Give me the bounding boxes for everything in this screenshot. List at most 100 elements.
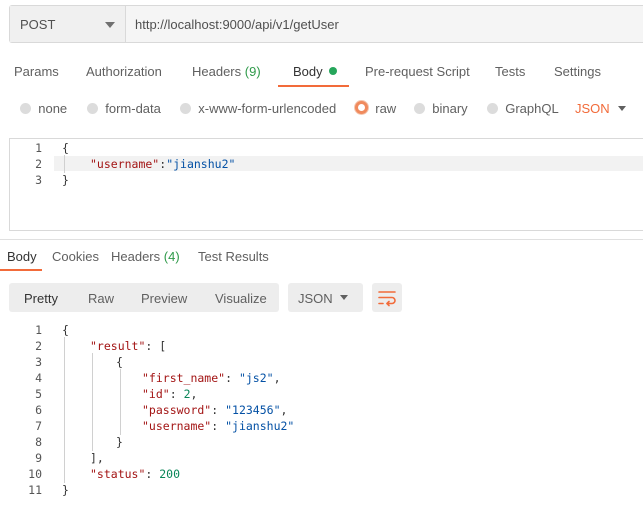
radio-graphql-label: GraphQL (505, 101, 559, 116)
radio-form-data[interactable]: form-data (87, 101, 161, 116)
line-number: 11 (28, 483, 42, 497)
chevron-down-icon (618, 106, 626, 111)
url-input[interactable] (126, 6, 643, 42)
tab-prerequest-script[interactable]: Pre-request Script (365, 64, 470, 79)
line-number: 5 (35, 387, 42, 401)
json-key: "result" (90, 339, 146, 353)
tab-authorization[interactable]: Authorization (86, 64, 162, 79)
active-tab-indicator (278, 85, 349, 87)
radio-none-label: none (38, 101, 68, 116)
response-body-viewer[interactable]: 1 2 3 4 5 6 7 8 9 10 11 { "result": [ { … (0, 322, 643, 502)
code-line: "username":"jianshu2" (90, 157, 235, 171)
indent-guide (64, 155, 65, 173)
wrap-lines-button[interactable] (372, 283, 402, 312)
radio-circle-icon (487, 103, 498, 114)
tab-headers[interactable]: Headers (9) (192, 64, 261, 79)
line-number: 1 (35, 323, 42, 337)
body-format-select[interactable]: JSON (575, 101, 610, 116)
indent-guide (92, 353, 93, 451)
line-number: 6 (35, 403, 42, 417)
json-key: "username" (142, 419, 212, 433)
indent-guide (120, 369, 121, 435)
line-number: 3 (35, 173, 42, 187)
code-brace: { (62, 323, 69, 337)
line-number: 4 (35, 371, 42, 385)
code-brace: } (116, 435, 123, 449)
code-line: "result": [ (90, 339, 166, 353)
code-brace: { (116, 355, 123, 369)
code-brace: } (62, 483, 69, 497)
code-line: "password": "123456", (142, 403, 288, 417)
wrap-lines-icon (378, 291, 396, 307)
radio-none[interactable]: none (20, 101, 67, 116)
line-number: 10 (28, 467, 42, 481)
response-format-select[interactable]: JSON (288, 283, 363, 312)
radio-raw-label: raw (375, 101, 397, 116)
code-line: "status": 200 (90, 467, 181, 481)
request-body-editor[interactable]: 1 2 3 { "username":"jianshu2" } (9, 138, 643, 231)
tab-tests[interactable]: Tests (495, 64, 525, 79)
headers-count-badge: (9) (244, 64, 261, 79)
json-key: "id" (142, 387, 170, 401)
radio-selected-icon (355, 101, 368, 114)
radio-circle-icon (180, 103, 191, 114)
url-bar: POST (9, 5, 643, 43)
line-number: 9 (35, 451, 42, 465)
tab-headers-label: Headers (192, 64, 242, 79)
code-line: "first_name": "js2", (142, 371, 281, 385)
radio-form-data-label: form-data (105, 101, 161, 116)
radio-binary-label: binary (432, 101, 468, 116)
chevron-down-icon (105, 22, 115, 28)
line-number: 7 (35, 419, 42, 433)
json-key: "username" (90, 157, 160, 171)
method-label: POST (20, 17, 56, 32)
line-number: 3 (35, 355, 42, 369)
method-select[interactable]: POST (10, 6, 126, 42)
json-value: 2 (183, 387, 191, 401)
response-tab-cookies[interactable]: Cookies (52, 249, 99, 264)
code-bracket: ], (90, 451, 104, 465)
response-tab-test-results[interactable]: Test Results (198, 249, 269, 264)
response-tab-headers[interactable]: Headers (4) (111, 249, 180, 264)
response-format-label: JSON (298, 291, 333, 306)
json-key: "password" (142, 403, 212, 417)
radio-urlencoded-label: x-www-form-urlencoded (198, 101, 337, 116)
response-tab-body[interactable]: Body (7, 249, 37, 264)
tab-body-label: Body (293, 64, 323, 79)
chevron-down-icon (340, 295, 348, 300)
json-key: "status" (90, 467, 146, 481)
radio-circle-icon (87, 103, 98, 114)
radio-raw[interactable]: raw (355, 101, 396, 116)
response-headers-label: Headers (111, 249, 161, 264)
response-active-tab-indicator (0, 269, 42, 271)
response-headers-count: (4) (163, 249, 180, 264)
view-preview-button[interactable]: Preview (141, 291, 187, 306)
code-brace-open: { (62, 141, 69, 155)
json-value: "jianshu2" (166, 157, 236, 171)
json-value: "js2" (238, 371, 274, 385)
line-number: 2 (35, 157, 42, 171)
code-brace-close: } (62, 173, 69, 187)
radio-circle-icon (414, 103, 425, 114)
indent-guide (64, 337, 65, 483)
code-line: "username": "jianshu2" (142, 419, 295, 433)
json-value: 200 (159, 467, 181, 481)
view-visualize-button[interactable]: Visualize (215, 291, 267, 306)
section-divider (0, 239, 643, 240)
json-value: "jianshu2" (225, 419, 295, 433)
radio-graphql[interactable]: GraphQL (487, 101, 559, 116)
tab-params[interactable]: Params (14, 64, 59, 79)
code-line: "id": 2, (142, 387, 198, 401)
json-punct: : [ (145, 339, 167, 353)
tab-body[interactable]: Body (293, 64, 337, 79)
radio-binary[interactable]: binary (414, 101, 468, 116)
tab-settings[interactable]: Settings (554, 64, 601, 79)
line-number: 2 (35, 339, 42, 353)
json-key: "first_name" (142, 371, 226, 385)
modified-dot-icon (328, 67, 337, 75)
view-raw-button[interactable]: Raw (88, 291, 114, 306)
line-number: 8 (35, 435, 42, 449)
view-pretty-button[interactable]: Pretty (24, 291, 58, 306)
radio-urlencoded[interactable]: x-www-form-urlencoded (180, 101, 336, 116)
line-number: 1 (35, 141, 42, 155)
